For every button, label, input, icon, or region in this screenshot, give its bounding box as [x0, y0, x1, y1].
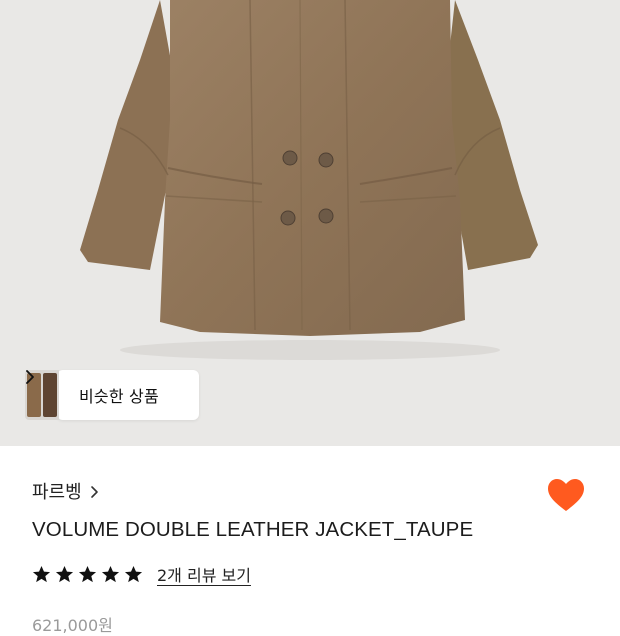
- product-info: 파르벵 VOLUME DOUBLE LEATHER JACKET_TAUPE 2…: [0, 446, 620, 635]
- similar-products[interactable]: 비슷한 상품: [25, 370, 199, 420]
- rating-row: 2개 리뷰 보기: [32, 562, 251, 586]
- chevron-right-icon: [90, 484, 99, 498]
- chevron-right-icon: [26, 370, 179, 402]
- star-icon: [124, 565, 143, 584]
- thumbnail: [43, 373, 57, 417]
- brand-link[interactable]: 파르벵: [32, 478, 99, 504]
- reviews-link[interactable]: 2개 리뷰 보기: [157, 562, 251, 586]
- similar-products-label: 비슷한 상품: [79, 387, 159, 406]
- star-icon: [55, 565, 74, 584]
- product-title: VOLUME DOUBLE LEATHER JACKET_TAUPE: [32, 518, 474, 541]
- wishlist-heart-icon[interactable]: [546, 476, 586, 516]
- product-price: 621,000원: [32, 616, 113, 635]
- similar-products-button[interactable]: 비슷한 상품: [26, 370, 199, 420]
- star-icon: [101, 565, 120, 584]
- star-icon: [32, 565, 51, 584]
- brand-name: 파르벵: [32, 482, 82, 503]
- product-image[interactable]: 비슷한 상품: [0, 0, 620, 446]
- star-icon: [78, 565, 97, 584]
- rating-stars: [32, 565, 147, 584]
